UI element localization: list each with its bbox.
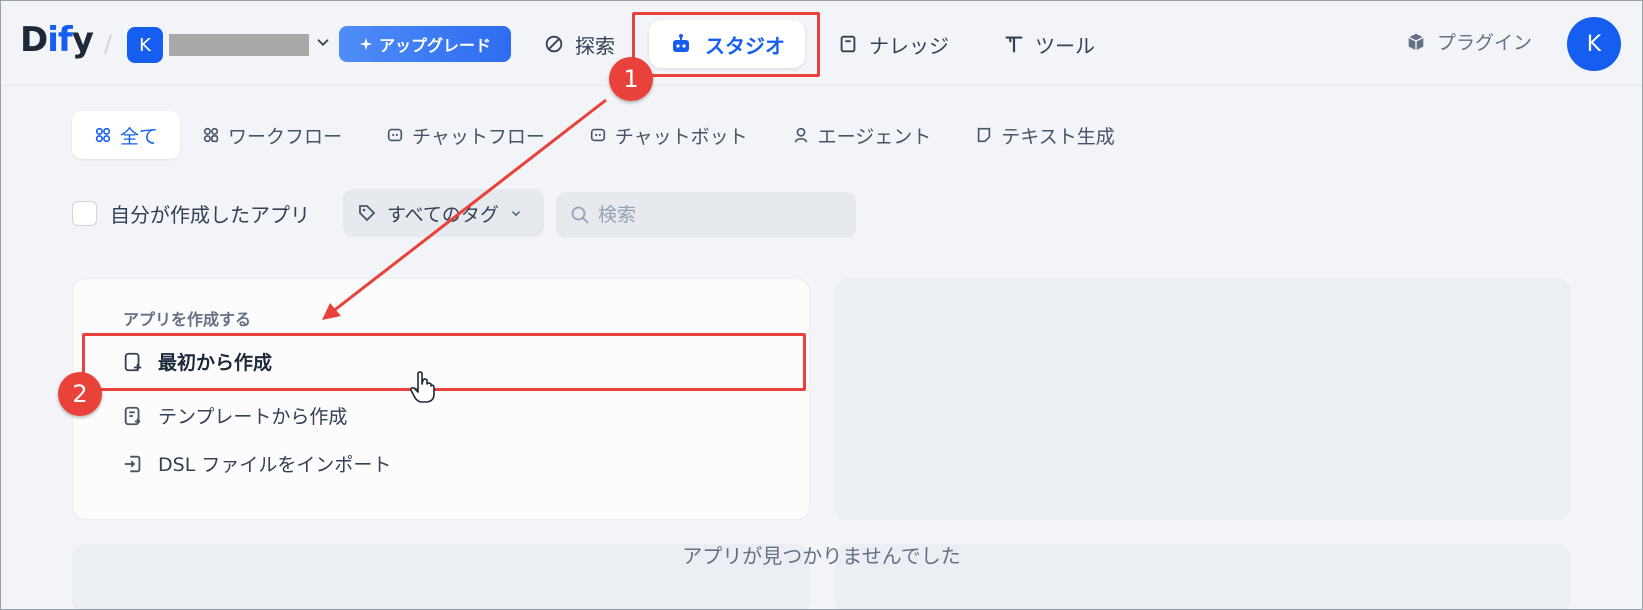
tool-icon (1005, 36, 1023, 53)
grid-icon (95, 127, 111, 143)
tab-all[interactable]: 全て (72, 111, 181, 159)
import-dsl-button[interactable]: DSL ファイルをインポート (122, 450, 391, 477)
plugin-button[interactable]: プラグイン (1405, 28, 1532, 55)
agent-icon (794, 127, 807, 143)
chevron-down-icon (511, 211, 520, 217)
template-icon (124, 406, 141, 425)
sparkle-icon (359, 37, 373, 51)
empty-state-message: アプリが見つかりませんでした (682, 544, 961, 568)
breadcrumb-divider: / (104, 30, 113, 58)
cube-icon (1408, 33, 1424, 50)
upgrade-button[interactable]: アップグレード (339, 26, 511, 62)
user-avatar[interactable]: K (1567, 17, 1621, 71)
tab-chatbot[interactable]: チャットボット (567, 111, 770, 159)
my-apps-label: 自分が作成したアプリ (110, 203, 310, 227)
tag-filter-dropdown[interactable]: すべてのタグ (343, 189, 544, 237)
nav-knowledge[interactable]: ナレッジ (837, 22, 949, 66)
tag-icon (359, 205, 376, 222)
search-icon (571, 206, 589, 224)
workspace-name-redacted[interactable] (169, 34, 309, 56)
book-icon (840, 35, 856, 53)
create-from-template-button[interactable]: テンプレートから作成 (122, 402, 347, 429)
create-app-heading: アプリを作成する (123, 310, 252, 329)
nav-tools[interactable]: ツール (1003, 22, 1095, 66)
chatbot-icon (590, 128, 605, 142)
workflow-icon (203, 127, 219, 143)
highlight-box-create-blank (82, 333, 806, 391)
workspace-avatar[interactable]: K (127, 27, 163, 63)
my-apps-checkbox[interactable] (72, 201, 97, 226)
search-input[interactable] (598, 204, 838, 226)
search-box[interactable] (556, 192, 856, 238)
tab-workflow[interactable]: ワークフロー (180, 111, 364, 159)
highlight-box-studio (632, 12, 820, 77)
compass-icon (545, 35, 563, 53)
category-tabs: 全て ワークフロー チャットフロー チャットボット エージェント テキスト生成 (72, 110, 1137, 160)
chevron-down-icon[interactable] (314, 33, 332, 51)
tab-chatflow[interactable]: チャットフロー (364, 111, 567, 159)
chat-icon (387, 128, 403, 142)
hand-cursor-icon (410, 371, 435, 403)
document-icon (978, 127, 991, 143)
step-badge-2: 2 (58, 372, 102, 416)
tab-text-generation[interactable]: テキスト生成 (953, 111, 1136, 159)
step-badge-1: 1 (609, 57, 653, 101)
dify-logo[interactable]: Dify (20, 20, 94, 60)
tab-agent[interactable]: エージェント (770, 111, 954, 159)
nav-explore[interactable]: 探索 (543, 22, 615, 66)
top-header: Dify / K アップグレード 探索 スタジオ ナレッジ ツール プラグイン … (0, 0, 1643, 86)
placeholder-card (834, 278, 1571, 520)
import-icon (124, 455, 141, 472)
